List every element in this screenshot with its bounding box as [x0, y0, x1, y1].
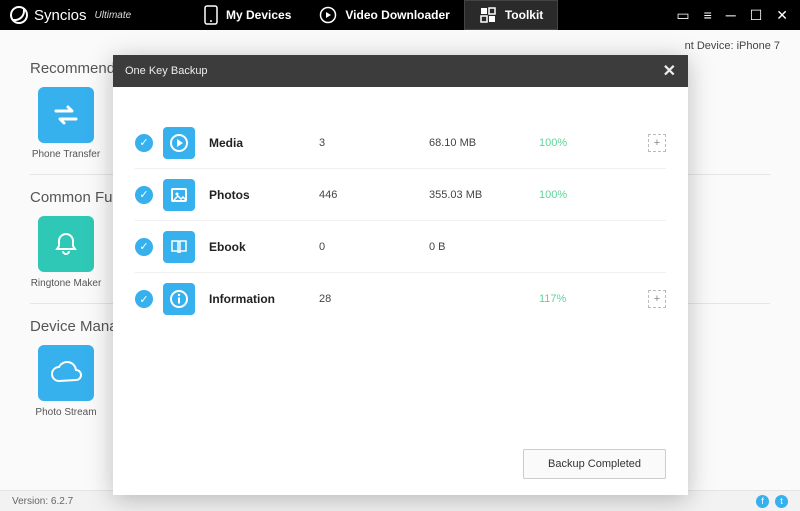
- row-count: 0: [319, 241, 429, 253]
- row-name: Information: [209, 292, 319, 306]
- phone-icon: [204, 5, 218, 25]
- tile-label: Photo Stream: [30, 407, 102, 418]
- check-icon[interactable]: ✓: [135, 186, 153, 204]
- expand-icon[interactable]: +: [648, 134, 666, 152]
- info-icon: [163, 283, 195, 315]
- play-circle-icon: [319, 6, 337, 24]
- photos-icon: [163, 179, 195, 211]
- modal-body: ✓ Media 3 68.10 MB 100% + ✓ Photos 446 3…: [113, 87, 688, 325]
- social-links: f t: [756, 495, 788, 508]
- backup-completed-button[interactable]: Backup Completed: [523, 449, 666, 479]
- backup-row-media: ✓ Media 3 68.10 MB 100% +: [135, 117, 666, 169]
- tile-ringtone-maker[interactable]: Ringtone Maker: [30, 216, 102, 289]
- maximize-icon[interactable]: ☐: [750, 7, 763, 24]
- main-nav: My Devices Video Downloader Toolkit: [190, 0, 558, 30]
- row-name: Ebook: [209, 240, 319, 254]
- check-icon[interactable]: ✓: [135, 134, 153, 152]
- menu-icon[interactable]: ≡: [704, 7, 712, 24]
- window-controls: ▭ ≡ ─ ☐ ✕: [676, 7, 800, 24]
- row-count: 3: [319, 137, 429, 149]
- brand-edition: Ultimate: [95, 10, 132, 21]
- nav-video-downloader[interactable]: Video Downloader: [305, 0, 463, 30]
- top-bar: Syncios Ultimate My Devices Video Downlo…: [0, 0, 800, 30]
- row-name: Photos: [209, 188, 319, 202]
- transfer-icon: [38, 87, 94, 143]
- close-window-icon[interactable]: ✕: [776, 7, 788, 24]
- nav-label: My Devices: [226, 8, 291, 22]
- main-content: nt Device: iPhone 7 Recommended Phone Tr…: [0, 30, 800, 490]
- media-icon: [163, 127, 195, 159]
- close-icon[interactable]: ✕: [663, 61, 676, 81]
- bell-icon: [38, 216, 94, 272]
- modal-footer: Backup Completed: [523, 449, 666, 479]
- grid-icon: [479, 6, 497, 24]
- current-device-label: nt Device: iPhone 7: [685, 40, 780, 52]
- backup-row-photos: ✓ Photos 446 355.03 MB 100%: [135, 169, 666, 221]
- syncios-logo-icon: [10, 6, 28, 24]
- chat-icon[interactable]: ▭: [676, 7, 689, 24]
- modal-header: One Key Backup ✕: [113, 55, 688, 87]
- nav-toolkit[interactable]: Toolkit: [464, 0, 558, 30]
- row-percent: 100%: [539, 137, 599, 149]
- row-size: 68.10 MB: [429, 137, 539, 149]
- nav-my-devices[interactable]: My Devices: [190, 0, 305, 30]
- tile-phone-transfer[interactable]: Phone Transfer: [30, 87, 102, 160]
- row-name: Media: [209, 136, 319, 150]
- brand: Syncios Ultimate: [0, 6, 190, 24]
- tile-label: Ringtone Maker: [30, 278, 102, 289]
- brand-name: Syncios: [34, 7, 87, 24]
- minimize-icon[interactable]: ─: [726, 7, 736, 24]
- backup-row-ebook: ✓ Ebook 0 0 B: [135, 221, 666, 273]
- row-size: 355.03 MB: [429, 189, 539, 201]
- row-percent: 117%: [539, 293, 599, 305]
- ebook-icon: [163, 231, 195, 263]
- nav-label: Toolkit: [505, 8, 543, 22]
- check-icon[interactable]: ✓: [135, 238, 153, 256]
- row-percent: 100%: [539, 189, 599, 201]
- tile-label: Phone Transfer: [30, 149, 102, 160]
- nav-label: Video Downloader: [345, 8, 449, 22]
- backup-row-information: ✓ Information 28 117% +: [135, 273, 666, 325]
- twitter-icon[interactable]: t: [775, 495, 788, 508]
- cloud-icon: [38, 345, 94, 401]
- version-label: Version: 6.2.7: [12, 496, 73, 507]
- row-size: 0 B: [429, 241, 539, 253]
- expand-icon[interactable]: +: [648, 290, 666, 308]
- one-key-backup-modal: One Key Backup ✕ ✓ Media 3 68.10 MB 100%…: [113, 55, 688, 495]
- facebook-icon[interactable]: f: [756, 495, 769, 508]
- modal-title: One Key Backup: [125, 65, 208, 77]
- check-icon[interactable]: ✓: [135, 290, 153, 308]
- row-count: 28: [319, 293, 429, 305]
- row-count: 446: [319, 189, 429, 201]
- tile-photo-stream[interactable]: Photo Stream: [30, 345, 102, 418]
